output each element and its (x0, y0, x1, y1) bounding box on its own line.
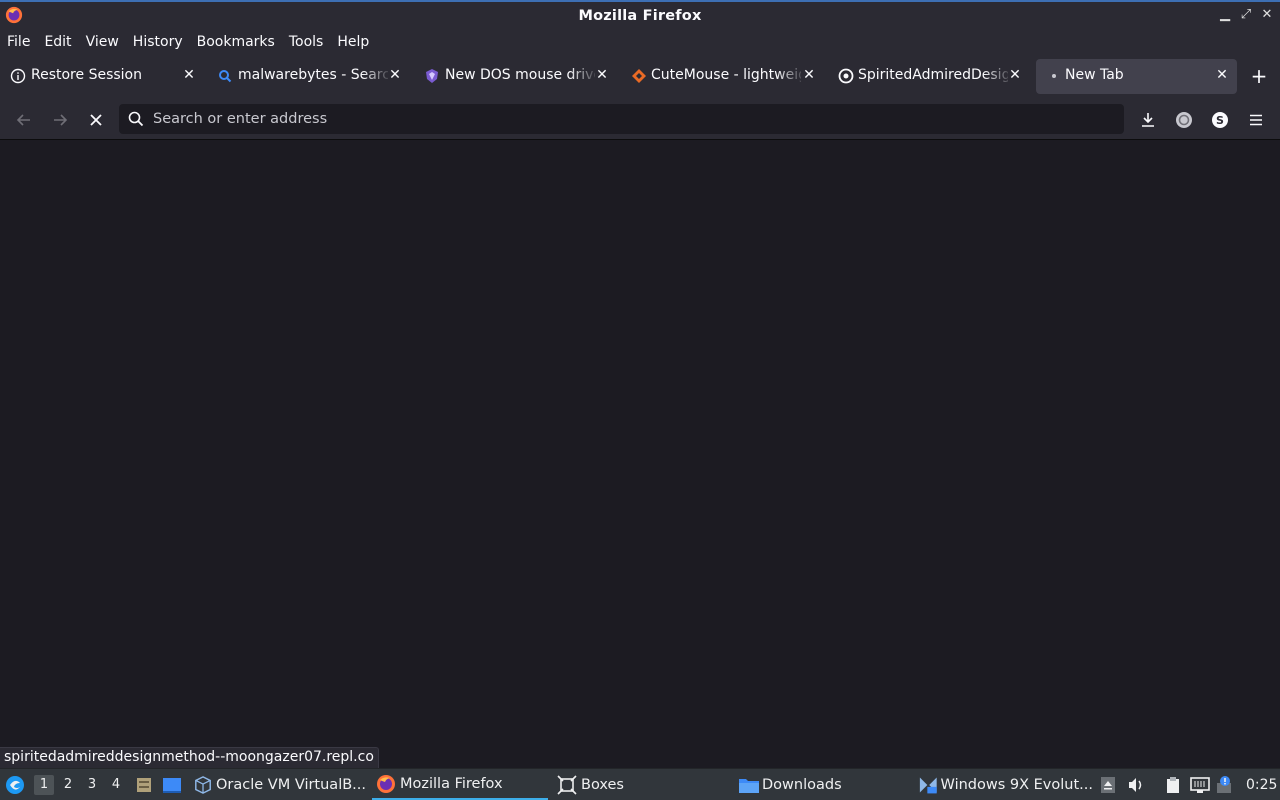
clipboard-icon (1167, 777, 1179, 793)
tab-label: Restore Session (31, 67, 142, 83)
tab-new-tab[interactable]: New Tab ✕ (1036, 59, 1237, 94)
speaker-icon (1129, 778, 1142, 792)
window-titlebar: Mozilla Firefox ▁ ⤢ ✕ (0, 0, 1280, 29)
shield-icon (424, 68, 440, 84)
menubar: File Edit View History Bookmarks Tools H… (0, 29, 1280, 54)
task-firefox[interactable]: Mozilla Firefox (372, 769, 548, 800)
close-window-button[interactable]: ✕ (1259, 7, 1275, 22)
hamburger-menu-icon (1250, 114, 1262, 126)
start-menu-icon (6, 776, 24, 794)
network-tray-button[interactable] (1190, 775, 1210, 795)
replit-icon (838, 68, 854, 84)
address-input[interactable] (153, 106, 1113, 132)
forward-button[interactable] (48, 108, 72, 132)
account-avatar-icon (1176, 112, 1192, 128)
tab-new-dos-mouse-driver[interactable]: New DOS mouse driver ✕ (414, 59, 619, 94)
show-desktop-launcher[interactable] (162, 775, 182, 795)
file-cabinet-icon (137, 778, 151, 792)
folder-icon (739, 778, 759, 793)
tab-strip: Restore Session ✕ malwarebytes - Search … (0, 54, 1280, 100)
task-label: Oracle VM VirtualB... (216, 776, 366, 793)
navigation-toolbar: S (0, 100, 1280, 140)
workspace-4[interactable]: 4 (106, 775, 126, 795)
eject-icon (1101, 777, 1115, 793)
notification-info-icon (1217, 776, 1231, 793)
clock[interactable]: 0:25 (1246, 777, 1277, 793)
volume-tray-button[interactable] (1126, 775, 1146, 795)
page-content (0, 141, 1280, 768)
eject-tray-button[interactable] (1098, 775, 1118, 795)
firefox-icon (5, 6, 23, 24)
account-button[interactable] (1172, 108, 1196, 132)
search-icon (128, 111, 144, 127)
task-label: Boxes (581, 776, 624, 793)
workspace-1[interactable]: 1 (34, 775, 54, 795)
menu-history[interactable]: History (126, 34, 190, 50)
firefox-icon (377, 774, 395, 793)
network-wired-icon (1190, 777, 1210, 793)
clipboard-tray-button[interactable] (1163, 775, 1183, 795)
menu-help[interactable]: Help (330, 34, 376, 50)
taskbar: 1 2 3 4 Oracle VM VirtualB... Mozilla Fi… (0, 768, 1280, 800)
workspace-3[interactable]: 3 (82, 775, 102, 795)
diamond-icon (631, 68, 647, 84)
task-virtualbox[interactable]: Oracle VM VirtualB... (194, 769, 366, 800)
tab-cutemouse[interactable]: CuteMouse - lightweight ✕ (621, 59, 826, 94)
stop-button[interactable] (84, 108, 108, 132)
loading-icon (1046, 68, 1062, 84)
arrow-right-icon (54, 114, 68, 126)
close-tab-icon[interactable]: ✕ (1008, 67, 1022, 83)
task-label: Downloads (762, 776, 842, 793)
close-tab-icon[interactable]: ✕ (388, 67, 402, 83)
start-menu-button[interactable] (5, 775, 25, 795)
close-tab-icon[interactable]: ✕ (595, 67, 609, 83)
download-icon (1142, 113, 1154, 127)
menu-tools[interactable]: Tools (282, 34, 331, 50)
boxes-icon (557, 774, 577, 795)
tab-malwarebytes-search[interactable]: malwarebytes - Search ✕ (207, 59, 412, 94)
tab-spiritedadmireddesign[interactable]: SpiritedAdmiredDesign ✕ (828, 59, 1033, 94)
virtualbox-icon (195, 775, 211, 794)
window-title: Mozilla Firefox (578, 7, 702, 24)
notifications-tray-button[interactable] (1216, 775, 1236, 795)
address-bar[interactable] (119, 104, 1124, 134)
vm-window-icon (919, 777, 937, 793)
close-tab-icon[interactable]: ✕ (1215, 67, 1229, 83)
menu-view[interactable]: View (79, 34, 126, 50)
app-menu-button[interactable] (1244, 108, 1268, 132)
status-link-url: spiritedadmireddesignmethod--moongazer07… (0, 747, 379, 768)
task-label: Windows 9X Evolut... (940, 776, 1093, 793)
task-label: Mozilla Firefox (400, 775, 503, 792)
downloads-button[interactable] (1136, 108, 1160, 132)
minimize-button[interactable]: ▁ (1217, 7, 1233, 22)
file-manager-launcher[interactable] (134, 775, 154, 795)
back-button[interactable] (12, 108, 36, 132)
close-tab-icon[interactable]: ✕ (182, 67, 196, 83)
workspace-2[interactable]: 2 (58, 775, 78, 795)
task-windows-9x[interactable]: Windows 9X Evolut... (918, 769, 1093, 800)
maximize-button[interactable]: ⤢ (1238, 7, 1254, 22)
task-downloads[interactable]: Downloads (738, 769, 908, 800)
task-boxes[interactable]: Boxes (557, 769, 727, 800)
tab-label: New Tab (1065, 67, 1124, 83)
desktop-icon (163, 778, 181, 793)
menu-edit[interactable]: Edit (37, 34, 78, 50)
stop-icon (90, 114, 102, 126)
close-tab-icon[interactable]: ✕ (802, 67, 816, 83)
info-icon (10, 68, 26, 84)
menu-bookmarks[interactable]: Bookmarks (190, 34, 282, 50)
menu-file[interactable]: File (0, 34, 37, 50)
search-icon (217, 68, 233, 84)
extension-s-icon: S (1212, 112, 1228, 128)
svg-text:S: S (1216, 114, 1224, 127)
tab-restore-session[interactable]: Restore Session ✕ (0, 59, 205, 94)
extension-button[interactable]: S (1208, 108, 1232, 132)
new-tab-button[interactable]: + (1248, 63, 1270, 89)
arrow-left-icon (16, 114, 30, 126)
